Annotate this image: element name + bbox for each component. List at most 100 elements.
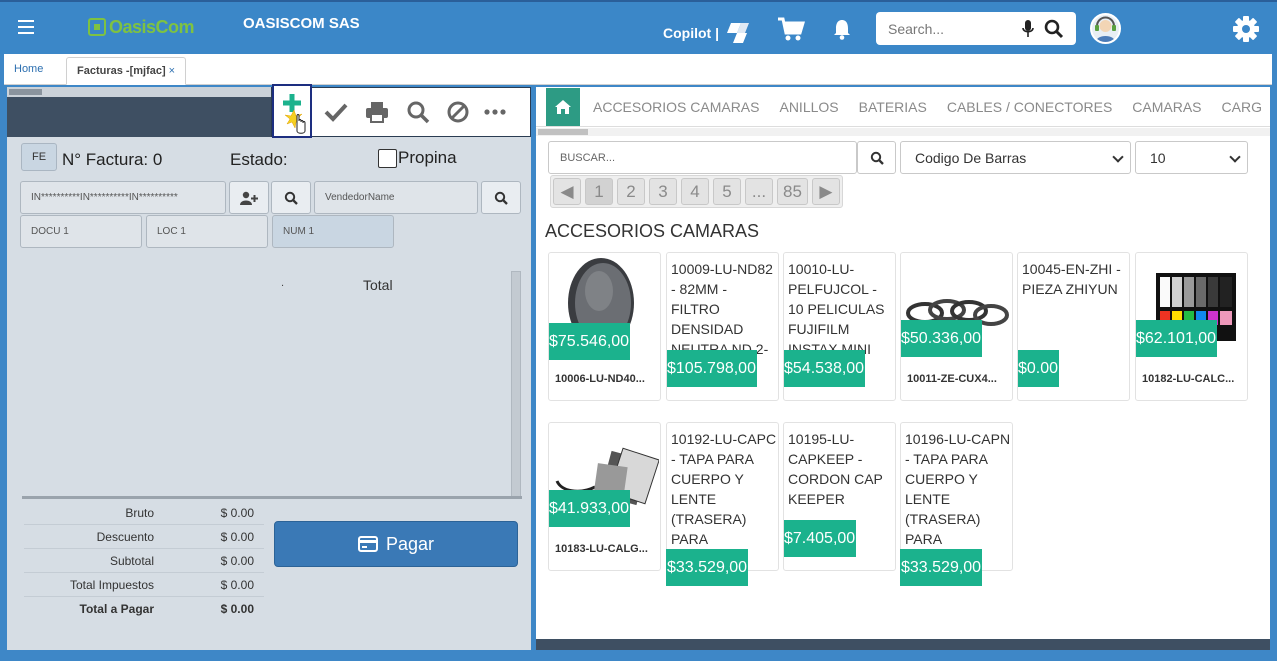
- page-4[interactable]: 4: [681, 178, 709, 205]
- category-list: ACCESORIOS CAMARAS ANILLOS BATERIAS CABL…: [593, 99, 1262, 115]
- product-description: 10009-LU-ND82 - 82MM - FILTRO DENSIDAD N…: [671, 261, 773, 357]
- summary-row-bruto: Bruto $ 0.00: [24, 501, 264, 525]
- category-tab[interactable]: CABLES / CONECTORES: [947, 99, 1112, 115]
- product-description: 10192-LU-CAPC - TAPA PARA CUERPO Y LENTE…: [671, 431, 777, 556]
- user-plus-icon: [240, 191, 258, 205]
- product-search-input[interactable]: BUSCAR...: [548, 141, 857, 174]
- section-title: ACCESORIOS CAMARAS: [545, 221, 760, 241]
- page-1[interactable]: 1: [585, 178, 613, 205]
- horizontal-scrollbar[interactable]: [7, 87, 271, 97]
- invoice-panel: FE N° Factura: 0 Estado: Propina IN*****…: [7, 84, 531, 650]
- invoice-status-label: Estado:: [230, 150, 288, 169]
- page-size-value: 10: [1150, 149, 1166, 166]
- page-85[interactable]: 85: [777, 178, 808, 205]
- product-price: $75.546,00: [549, 323, 631, 360]
- plus-icon: [283, 94, 306, 134]
- vendor-search-button[interactable]: [481, 181, 521, 214]
- product-price: $54.538,00: [784, 350, 866, 387]
- invoice-toolbar: [271, 84, 531, 138]
- product-code: 10006-LU-ND40...: [555, 373, 645, 385]
- vendor-field[interactable]: VendedorName: [314, 181, 478, 214]
- loc-field[interactable]: LOC 1: [146, 215, 268, 248]
- category-tab[interactable]: ACCESORIOS CAMARAS: [593, 99, 759, 115]
- logo-text: OasisCom: [109, 16, 195, 37]
- user-icon: [1095, 16, 1116, 42]
- tab-facturas-label: Facturas -[mjfac]: [77, 65, 166, 77]
- gear-icon[interactable]: [1233, 16, 1259, 42]
- category-tab[interactable]: ANILLOS: [779, 99, 838, 115]
- product-search-button[interactable]: [857, 141, 896, 174]
- filter-select[interactable]: Codigo De Barras: [900, 141, 1131, 174]
- page-size-select[interactable]: 10: [1135, 141, 1248, 174]
- propina-checkbox[interactable]: [378, 148, 397, 168]
- category-tab[interactable]: CAMARAS: [1132, 99, 1201, 115]
- search-icon: [494, 191, 508, 205]
- page-3[interactable]: 3: [649, 178, 677, 205]
- num-field[interactable]: NUM 1: [272, 215, 394, 248]
- add-customer-button[interactable]: [229, 181, 269, 214]
- bottom-strip: [536, 639, 1270, 650]
- search-input[interactable]: [888, 20, 1018, 37]
- cancel-icon: [447, 101, 469, 123]
- add-button[interactable]: [272, 84, 312, 138]
- docu-field[interactable]: DOCU 1: [20, 215, 142, 248]
- column-header-dot: .: [281, 277, 285, 289]
- product-description: 10196-LU-CAPN - TAPA PARA CUERPO Y LENTE…: [905, 431, 1011, 556]
- vertical-scrollbar[interactable]: [511, 271, 521, 499]
- print-icon: [366, 102, 388, 123]
- customer-field[interactable]: IN**********IN**********IN**********: [20, 181, 226, 214]
- product-card[interactable]: 10045-EN-ZHI - PIEZA ZHIYUN $0.00: [1017, 252, 1130, 401]
- page-next[interactable]: ▶: [811, 178, 840, 205]
- mic-icon[interactable]: [1022, 20, 1034, 38]
- search-icon: [407, 101, 430, 124]
- product-price: $50.336,00: [901, 320, 983, 357]
- product-card[interactable]: $62.101,00 10182-LU-CALC...: [1135, 252, 1248, 401]
- product-card[interactable]: 10009-LU-ND82 - 82MM - FILTRO DENSIDAD N…: [666, 252, 779, 401]
- product-card[interactable]: 10192-LU-CAPC - TAPA PARA CUERPO Y LENTE…: [666, 422, 779, 586]
- product-card[interactable]: $50.336,00 10011-ZE-CUX4...: [900, 252, 1013, 401]
- invoice-header: [7, 84, 531, 138]
- global-search: [876, 12, 1076, 45]
- pay-button[interactable]: Pagar: [274, 521, 518, 567]
- copilot-label: Copilot |: [663, 25, 720, 41]
- search-button[interactable]: [402, 96, 434, 128]
- avatar[interactable]: [1090, 13, 1121, 44]
- logo[interactable]: OasisCom: [88, 16, 195, 37]
- tab-facturas[interactable]: Facturas -[mjfac] ×: [66, 57, 187, 85]
- product-card[interactable]: 10196-LU-CAPN - TAPA PARA CUERPO Y LENTE…: [900, 422, 1013, 586]
- product-card[interactable]: $41.933,00 10183-LU-CALG...: [548, 422, 661, 571]
- category-tab[interactable]: CARG: [1222, 99, 1262, 115]
- product-card[interactable]: $75.546,00 10006-LU-ND40...: [548, 252, 661, 401]
- more-button[interactable]: [479, 96, 511, 128]
- propina-toggle[interactable]: Propina: [378, 148, 457, 168]
- search-icon[interactable]: [1044, 19, 1064, 39]
- product-code: 10182-LU-CALC...: [1142, 373, 1235, 385]
- summary-table: Bruto $ 0.00 Descuento $ 0.00 Subtotal $ 0.…: [24, 501, 264, 621]
- tab-home[interactable]: Home: [14, 63, 43, 75]
- page-2[interactable]: 2: [617, 178, 645, 205]
- bell-icon[interactable]: [832, 18, 852, 40]
- product-card[interactable]: 10010-LU-PELFUJCOL - 10 PELICULAS FUJIFI…: [783, 252, 896, 401]
- print-button[interactable]: [361, 96, 393, 128]
- invoice-number: N° Factura: 0: [62, 150, 163, 169]
- filter-select-value: Codigo De Barras: [915, 149, 1027, 166]
- copilot-icon: [727, 23, 750, 43]
- product-description: 10195-LU-CAPKEEP - CORDON CAP KEEPER: [788, 431, 883, 507]
- confirm-button[interactable]: [320, 96, 352, 128]
- close-tab-icon[interactable]: ×: [169, 65, 175, 77]
- cancel-button[interactable]: [442, 96, 474, 128]
- customer-search-button[interactable]: [271, 181, 311, 214]
- cart-icon[interactable]: [777, 16, 805, 42]
- product-description: 10010-LU-PELFUJCOL - 10 PELICULAS FUJIFI…: [788, 261, 885, 357]
- menu-icon[interactable]: [18, 20, 34, 34]
- search-icon: [284, 191, 298, 205]
- category-home-tab[interactable]: [546, 88, 580, 126]
- product-card[interactable]: 10195-LU-CAPKEEP - CORDON CAP KEEPER $7.…: [783, 422, 896, 571]
- category-tab[interactable]: BATERIAS: [859, 99, 927, 115]
- invoice-type-badge[interactable]: FE: [21, 143, 57, 171]
- copilot-button[interactable]: Copilot |: [663, 21, 751, 45]
- category-scrollbar[interactable]: [536, 128, 1270, 136]
- page-prev[interactable]: ◀: [553, 178, 581, 205]
- page-5[interactable]: 5: [713, 178, 741, 205]
- logo-mark: [88, 18, 106, 36]
